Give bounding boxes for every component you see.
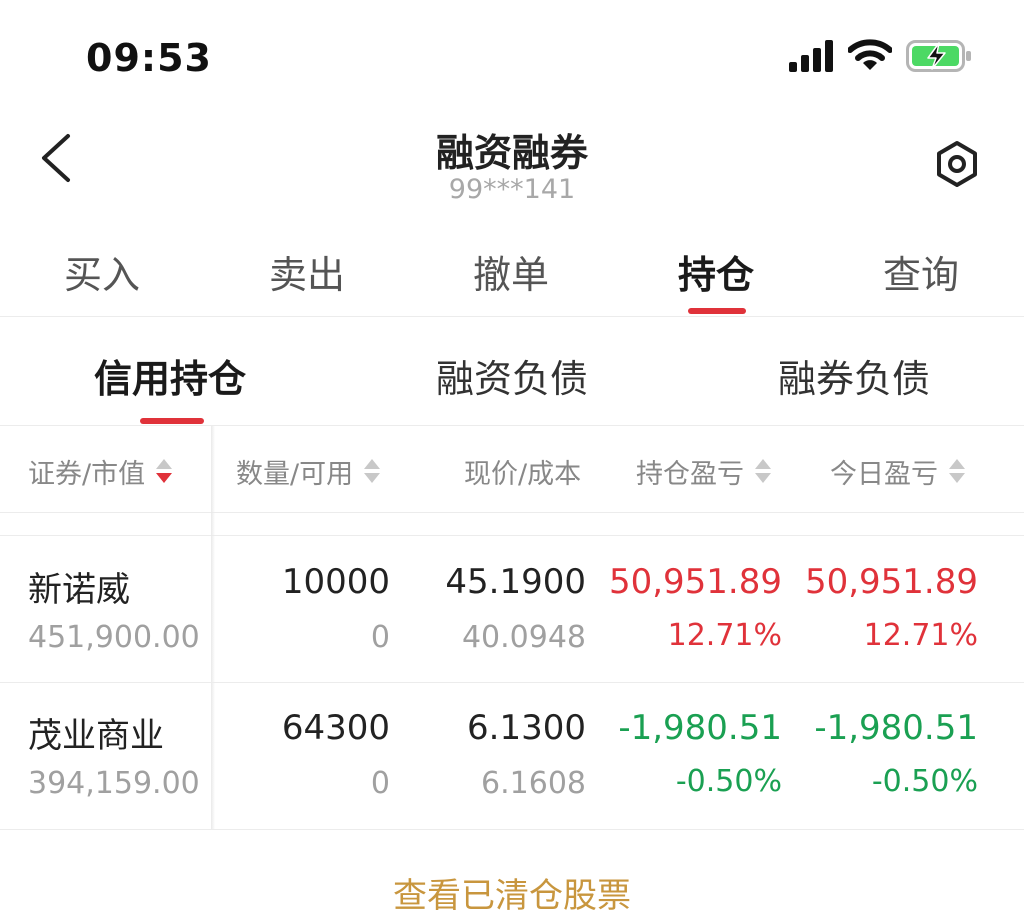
today-pnl: 50,951.89 [804, 562, 978, 602]
current-price: 6.1300 [467, 708, 586, 748]
sort-desc-icon [155, 457, 173, 487]
col-header-price: 现价/成本 [464, 452, 581, 491]
subtab-credit-positions[interactable]: 信用持仓 [80, 348, 260, 403]
tab-buy[interactable]: 买入 [22, 244, 182, 299]
col-header-label: 证券/市值 [28, 459, 146, 490]
available: 0 [370, 620, 390, 655]
active-subtab-indicator [140, 418, 204, 424]
position-pnl-pct: -0.50% [675, 764, 782, 799]
cost-price: 6.1608 [481, 766, 586, 801]
sort-icon [363, 457, 381, 487]
col-header-today-pnl[interactable]: 今日盈亏 [830, 452, 966, 491]
tab-positions[interactable]: 持仓 [636, 244, 796, 299]
divider [0, 425, 1024, 426]
subtab-margin-debt[interactable]: 融资负债 [422, 348, 602, 403]
quantity: 10000 [281, 562, 390, 602]
market-value: 394,159.00 [28, 766, 200, 801]
battery-charging-icon [906, 40, 971, 72]
stock-name: 新诺威 [28, 570, 130, 610]
today-pnl-pct: -0.50% [871, 764, 978, 799]
status-time: 09:53 [86, 36, 212, 80]
table-row[interactable] [0, 536, 1024, 682]
col-header-position-pnl[interactable]: 持仓盈亏 [636, 452, 772, 491]
col-header-security[interactable]: 证券/市值 [28, 452, 173, 491]
col-header-label: 数量/可用 [236, 459, 354, 490]
active-tab-indicator [688, 308, 746, 314]
col-header-label: 现价/成本 [464, 459, 582, 490]
col-header-label: 今日盈亏 [830, 459, 938, 490]
subtab-short-debt[interactable]: 融券负债 [764, 348, 944, 403]
page-title: 融资融券 [435, 131, 588, 175]
signal-icon [789, 40, 833, 72]
tab-sell[interactable]: 卖出 [227, 244, 387, 299]
market-value: 451,900.00 [28, 620, 200, 655]
current-price: 45.1900 [445, 562, 586, 602]
sort-icon [948, 457, 966, 487]
position-pnl-pct: 12.71% [667, 618, 782, 653]
settings-icon[interactable] [934, 140, 980, 188]
stock-name: 茂业商业 [28, 716, 164, 756]
col-header-label: 持仓盈亏 [636, 459, 744, 490]
position-pnl: 50,951.89 [608, 562, 782, 602]
position-pnl: -1,980.51 [618, 708, 782, 748]
col-header-quantity[interactable]: 数量/可用 [236, 452, 381, 491]
available: 0 [370, 766, 390, 801]
divider [0, 512, 1024, 513]
sort-icon [754, 457, 772, 487]
divider [0, 829, 1024, 830]
account-number: 99***141 [448, 174, 576, 205]
cost-price: 40.0948 [461, 620, 586, 655]
today-pnl: -1,980.51 [814, 708, 978, 748]
divider [0, 316, 1024, 317]
today-pnl-pct: 12.71% [863, 618, 978, 653]
wifi-icon [848, 39, 892, 70]
tab-cancel[interactable]: 撤单 [431, 244, 591, 299]
tab-query[interactable]: 查询 [841, 244, 1001, 299]
quantity: 64300 [281, 708, 390, 748]
